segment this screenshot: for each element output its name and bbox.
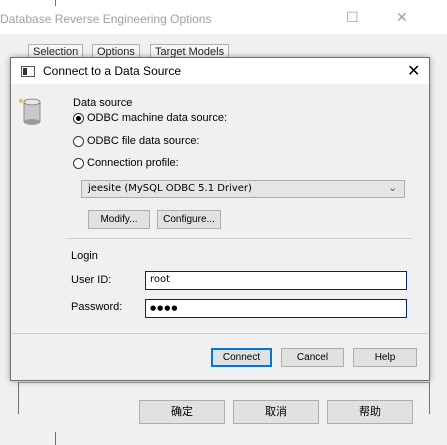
login-label: Login (71, 250, 98, 262)
odbc-machine-label[interactable]: ODBC machine data source: (87, 112, 227, 124)
database-icon (19, 98, 41, 125)
connect-button[interactable]: Connect (211, 348, 272, 367)
chevron-down-icon[interactable]: ⌄ (388, 181, 397, 194)
radio-connection-profile[interactable] (73, 158, 84, 169)
connection-profile-label[interactable]: Connection profile: (87, 157, 179, 169)
panel-border (18, 382, 430, 383)
ok-button[interactable]: 确定 (139, 400, 225, 424)
configure-button[interactable]: Configure... (157, 210, 221, 229)
window-icon (21, 66, 35, 77)
cancel-button[interactable]: Cancel (281, 348, 344, 367)
help-button[interactable]: Help (353, 348, 417, 367)
radio-odbc-file[interactable] (73, 136, 84, 147)
dsn-select[interactable]: jeesite (MySQL ODBC 5.1 Driver) ⌄ (81, 180, 405, 198)
user-id-field[interactable]: root (145, 271, 407, 290)
radio-odbc-machine[interactable] (73, 113, 84, 124)
password-label: Password: (71, 301, 123, 313)
close-icon[interactable]: ✕ (396, 10, 408, 26)
panel-left-border (18, 382, 19, 414)
dialog-title: Connect to a Data Source (43, 64, 182, 78)
modify-button[interactable]: Modify... (88, 210, 150, 229)
help-button[interactable]: 帮助 (327, 400, 413, 424)
password-field[interactable]: ●●●● (145, 299, 407, 318)
user-id-label: User ID: (71, 274, 112, 286)
cancel-button[interactable]: 取消 (233, 400, 319, 424)
password-value: ●●●● (150, 304, 179, 312)
data-source-label: Data source (73, 97, 133, 109)
maximize-icon[interactable]: ☐ (346, 10, 359, 26)
background-title: Database Reverse Engineering Options (0, 12, 212, 26)
panel-right-border (429, 382, 430, 414)
separator (67, 238, 412, 239)
dsn-select-value: jeesite (MySQL ODBC 5.1 Driver) (88, 183, 252, 194)
odbc-file-label[interactable]: ODBC file data source: (87, 135, 200, 147)
separator (12, 333, 428, 334)
connect-dialog: Connect to a Data Source ✕ Data source O… (10, 57, 430, 381)
divider (55, 432, 56, 445)
user-id-value: root (150, 274, 171, 285)
close-icon[interactable]: ✕ (407, 61, 420, 80)
